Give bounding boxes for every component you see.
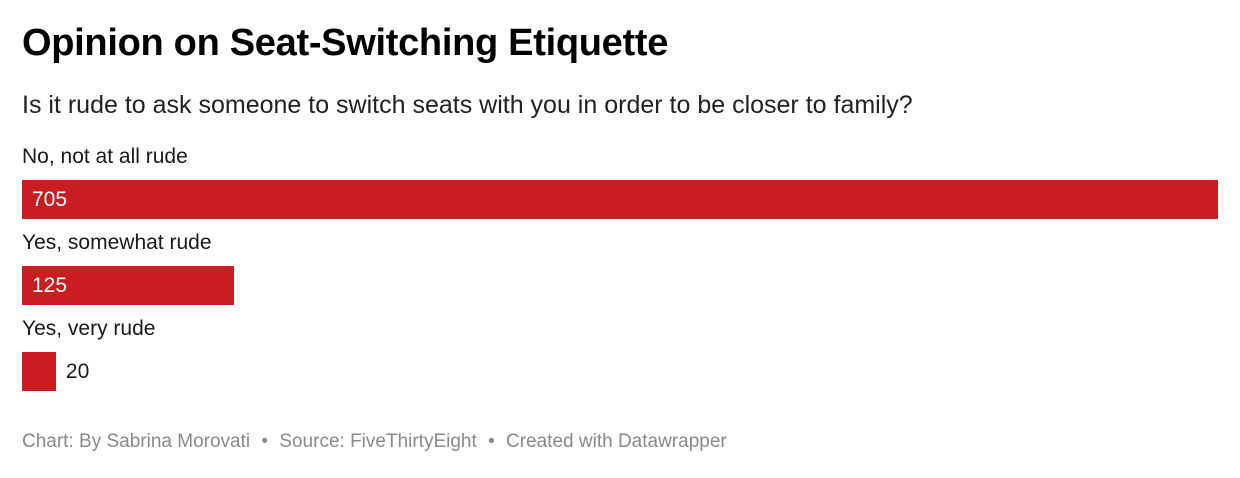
bar — [22, 180, 1218, 219]
footer-source[interactable]: Source: FiveThirtyEight — [279, 431, 476, 452]
footer-tool[interactable]: Created with Datawrapper — [506, 431, 727, 452]
bar-row: Yes, very rude 20 — [22, 312, 1218, 398]
bar-category-label: No, not at all rude — [22, 145, 188, 168]
bar-row: No, not at all rude 705 — [22, 140, 1218, 226]
footer-separator: • — [261, 431, 269, 452]
bar-value-label: 20 — [65, 360, 90, 383]
bar-chart: No, not at all rude 705 Yes, somewhat rude… — [22, 140, 1218, 400]
bar-row: Yes, somewhat rude 125 — [22, 226, 1218, 312]
footer-separator: • — [488, 431, 495, 452]
footer-credit: Chart: By Sabrina Morovati — [22, 431, 251, 452]
chart-title: Opinion on Seat-Switching Etiquette — [22, 22, 669, 64]
bar-value-label: 705 — [32, 188, 68, 211]
chart-footer: Chart: By Sabrina Morovati • Source: Fiv… — [22, 431, 727, 453]
chart-subtitle: Is it rude to ask someone to switch seat… — [22, 91, 913, 119]
bar — [22, 352, 56, 391]
bar-category-label: Yes, very rude — [22, 317, 156, 340]
bar-category-label: Yes, somewhat rude — [22, 231, 212, 254]
bar-value-label: 125 — [32, 274, 68, 297]
